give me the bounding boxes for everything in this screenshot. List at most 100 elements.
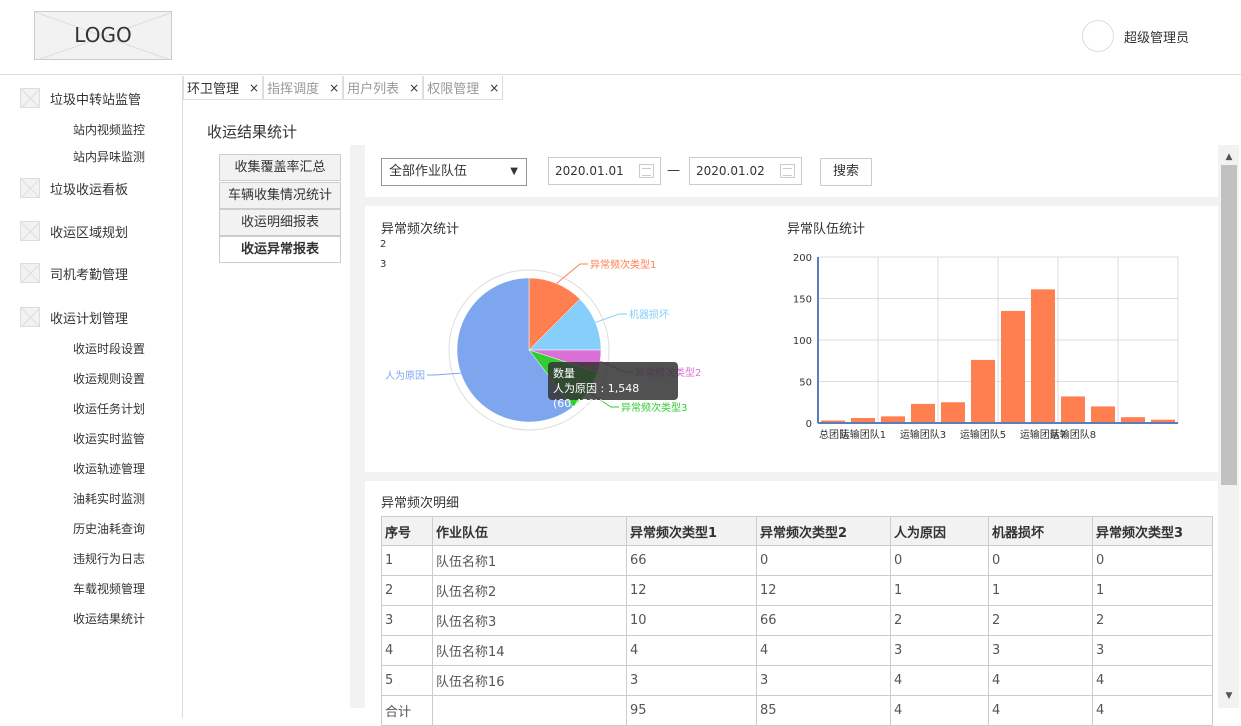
table-cell: 2 (988, 605, 1093, 636)
bar[interactable] (941, 402, 965, 423)
pie-label-line (427, 372, 461, 376)
logo[interactable]: LOGO (34, 11, 172, 60)
table-cell: 4 (1092, 665, 1213, 696)
y-tick-label: 200 (793, 253, 812, 264)
bar-chart-title: 异常队伍统计 (787, 222, 866, 237)
sidebar-subitem-9[interactable]: 车载视频管理 (73, 580, 145, 597)
search-button[interactable]: 搜索 (820, 158, 872, 186)
table-cell: 1 (381, 545, 433, 576)
sidebar-subitem-10[interactable]: 收运结果统计 (73, 610, 145, 627)
report-subnav: 收集覆盖率汇总 车辆收集情况统计 收运明细报表 收运异常报表 (207, 145, 350, 708)
bar[interactable] (911, 403, 935, 423)
tab-label: 指挥调度 (267, 82, 320, 97)
table-cell: 12 (626, 575, 757, 606)
table-cell: 10 (626, 605, 757, 636)
avatar[interactable] (1082, 20, 1114, 52)
col-index: 序号 (381, 516, 433, 546)
sidebar-item-region-plan[interactable]: 收运区域规划 (20, 221, 128, 241)
sidebar-item-transfer-station[interactable]: 垃圾中转站监管 (20, 88, 141, 108)
sidebar-item-label: 收运计划管理 (50, 311, 129, 327)
calendar-icon (780, 164, 795, 178)
table-cell: 1 (1092, 575, 1213, 606)
tab-label: 用户列表 (347, 82, 400, 97)
bar[interactable] (1091, 406, 1115, 423)
tab-dispatch[interactable]: 指挥调度 × (263, 76, 344, 100)
tab-bar: 环卫管理 × 指挥调度 × 用户列表 × 权限管理 × (183, 76, 504, 100)
sidebar-subitem-odor[interactable]: 站内异味监测 (73, 148, 145, 165)
col-human: 人为原因 (890, 516, 989, 546)
table-cell: 4 (626, 635, 757, 666)
sidebar-item-attendance[interactable]: 司机考勤管理 (20, 263, 128, 283)
table-cell: 队伍名称2 (432, 575, 627, 606)
pie-slice-label: 机器损坏 (629, 308, 669, 321)
pie-slice-label: 人为原因 (385, 370, 425, 382)
col-machine: 机器损坏 (988, 516, 1093, 546)
pie-chart: 异常频次类型1机器损坏异常频次类型2异常频次类型3人为原因 (385, 258, 701, 431)
table-row: 2 队伍名称2 12 12 1 1 1 (381, 575, 1213, 606)
sidebar-subitem-7[interactable]: 历史油耗查询 (73, 520, 145, 537)
subnav-coverage-summary[interactable]: 收集覆盖率汇总 (219, 154, 341, 181)
table-cell: 队伍名称1 (432, 545, 627, 576)
table-cell: 0 (988, 545, 1093, 576)
sidebar-subitem-1[interactable]: 收运时段设置 (73, 340, 145, 357)
bar[interactable] (971, 359, 995, 423)
subnav-vehicle-stats[interactable]: 车辆收集情况统计 (219, 182, 341, 209)
table-cell: 4 (1092, 695, 1213, 726)
bar[interactable] (1061, 396, 1085, 423)
placeholder-icon (20, 307, 40, 327)
sidebar-subitem-5[interactable]: 收运轨迹管理 (73, 460, 145, 477)
tab-permissions[interactable]: 权限管理 × (423, 76, 504, 100)
bar[interactable] (1031, 289, 1055, 423)
sidebar-item-label: 收运区域规划 (50, 225, 129, 241)
scrollbar-thumb[interactable] (1221, 165, 1237, 485)
table-row: 1 队伍名称1 66 0 0 0 0 (381, 545, 1213, 576)
col-type1: 异常频次类型1 (626, 516, 757, 546)
tab-label: 环卫管理 (187, 82, 240, 97)
close-icon[interactable]: × (249, 81, 259, 95)
close-icon[interactable]: × (489, 81, 499, 95)
end-date-input[interactable]: 2020.01.02 (689, 157, 802, 185)
bar[interactable] (1001, 310, 1025, 423)
table-cell: 0 (890, 545, 989, 576)
top-header: LOGO 超级管理员 (0, 0, 1241, 75)
placeholder-icon (20, 88, 40, 108)
table-cell: 3 (988, 635, 1093, 666)
table-row: 5 队伍名称16 3 3 4 4 4 (381, 665, 1213, 696)
table-cell: 2 (381, 575, 433, 606)
subnav-detail-report[interactable]: 收运明细报表 (219, 209, 341, 236)
scroll-up-icon[interactable]: ▲ (1219, 149, 1239, 165)
table-cell: 3 (890, 635, 989, 666)
table-cell (432, 695, 627, 726)
y-tick-label: 150 (793, 295, 812, 306)
sidebar-subitem-video[interactable]: 站内视频监控 (73, 121, 145, 138)
table-cell: 队伍名称16 (432, 665, 627, 696)
username[interactable]: 超级管理员 (1124, 27, 1189, 46)
team-select[interactable]: 全部作业队伍 ▼ (381, 158, 527, 186)
date-separator: — (667, 163, 680, 178)
sidebar-item-label: 垃圾收运看板 (50, 182, 129, 198)
tab-users[interactable]: 用户列表 × (343, 76, 424, 100)
table-cell: 4 (890, 665, 989, 696)
close-icon[interactable]: × (329, 81, 339, 95)
y-tick-label: 50 (799, 378, 812, 389)
tooltip-text: 人为原因 : 1,548 (60.42%) (553, 382, 640, 410)
sidebar-item-plan-management[interactable]: 收运计划管理 (20, 307, 128, 327)
pie-label-line (595, 313, 627, 323)
sidebar-item-dashboard[interactable]: 垃圾收运看板 (20, 178, 128, 198)
sidebar-subitem-8[interactable]: 违规行为日志 (73, 550, 145, 567)
sidebar-subitem-4[interactable]: 收运实时监管 (73, 430, 145, 447)
table-cell: 3 (756, 665, 891, 696)
table-cell: 4 (988, 695, 1093, 726)
sidebar-subitem-6[interactable]: 油耗实时监测 (73, 490, 145, 507)
sidebar-subitem-3[interactable]: 收运任务计划 (73, 400, 145, 417)
x-tick-label: 运输团队5 (960, 428, 1006, 441)
tab-sanitation[interactable]: 环卫管理 × (183, 76, 264, 100)
start-date-input[interactable]: 2020.01.01 (548, 157, 661, 185)
sidebar-item-label: 司机考勤管理 (50, 267, 129, 283)
subnav-exception-report[interactable]: 收运异常报表 (219, 236, 341, 263)
close-icon[interactable]: × (409, 81, 419, 95)
sidebar-subitem-2[interactable]: 收运规则设置 (73, 370, 145, 387)
x-tick-label: 运输团队1 (840, 428, 886, 441)
table-cell: 0 (756, 545, 891, 576)
scroll-down-icon[interactable]: ▼ (1219, 688, 1239, 704)
